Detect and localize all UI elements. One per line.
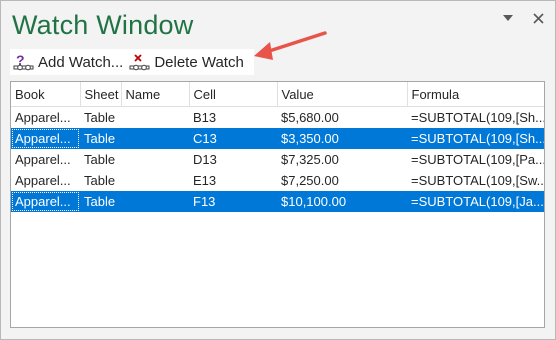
cell-book: Apparel...	[15, 152, 71, 167]
chevron-down-icon[interactable]	[501, 11, 515, 25]
cell-formula: =SUBTOTAL(109,[Ja...	[407, 191, 544, 212]
column-header-book[interactable]: Book	[11, 82, 81, 107]
cell-name	[121, 170, 189, 191]
cell-ref: D13	[193, 152, 217, 167]
cell-formula: =SUBTOTAL(109,[Sh...	[411, 110, 545, 125]
column-header-sheet[interactable]: Sheet	[80, 82, 122, 107]
cell-name	[121, 128, 189, 149]
cell-sheet: Table	[84, 110, 116, 125]
cell-value: $7,325.00	[281, 152, 339, 167]
cell-name	[121, 107, 189, 129]
cell-ref: B13	[193, 110, 217, 125]
cell-sheet: Table	[80, 128, 121, 149]
cell-formula: =SUBTOTAL(109,[Sw...	[411, 173, 545, 188]
table-row[interactable]: Apparel... Table B13 $5,680.00 =SUBTOTAL…	[11, 107, 545, 129]
cell-ref: F13	[189, 191, 277, 212]
cell-value: $5,680.00	[281, 110, 339, 125]
watch-list[interactable]: Book Sheet Name Cell Value Formula Appar…	[10, 81, 545, 328]
cell-sheet: Table	[80, 191, 121, 212]
watch-window-pane: Watch Window ? Add Watch... Delete Watch…	[0, 0, 556, 340]
table-header-row: Book Sheet Name Cell Value Formula	[11, 82, 544, 107]
cell-name	[121, 149, 189, 170]
cell-sheet: Table	[84, 173, 116, 188]
cell-value: $3,350.00	[277, 128, 407, 149]
table-row[interactable]: Apparel... Table D13 $7,325.00 =SUBTOTAL…	[11, 149, 545, 170]
cell-book: Apparel...	[15, 173, 71, 188]
cell-book: Apparel...	[15, 110, 71, 125]
cell-sheet: Table	[84, 152, 116, 167]
pane-title: Watch Window	[12, 10, 194, 40]
annotation-arrow-icon	[254, 31, 327, 60]
cell-ref: C13	[189, 128, 277, 149]
table-row[interactable]: Apparel... Table C13 $3,350.00 =SUBTOTAL…	[11, 128, 544, 149]
cell-name	[121, 191, 189, 212]
table-row[interactable]: Apparel... Table F13 $10,100.00 =SUBTOTA…	[11, 191, 544, 212]
watch-table: Book Sheet Name Cell Value Formula Appar…	[11, 82, 545, 212]
column-header-cell[interactable]: Cell	[189, 82, 278, 107]
add-watch-button[interactable]: ? Add Watch...	[10, 50, 126, 74]
add-watch-icon: ?	[13, 52, 35, 72]
watch-toolbar: ? Add Watch... Delete Watch	[10, 49, 254, 75]
cell-value: $10,100.00	[277, 191, 407, 212]
cell-book: Apparel...	[11, 128, 80, 149]
pane-controls	[501, 11, 545, 25]
cell-book: Apparel...	[11, 191, 80, 212]
delete-watch-icon	[129, 52, 151, 72]
cell-formula: =SUBTOTAL(109,[Pa...	[411, 152, 545, 167]
delete-watch-label: Delete Watch	[154, 53, 244, 71]
delete-watch-button[interactable]: Delete Watch	[126, 50, 246, 74]
cell-formula: =SUBTOTAL(109,[Sh...	[407, 128, 544, 149]
cell-ref: E13	[193, 173, 217, 188]
close-icon[interactable]	[531, 11, 545, 25]
cell-value: $7,250.00	[281, 173, 339, 188]
column-header-value[interactable]: Value	[277, 82, 408, 107]
column-header-formula[interactable]: Formula	[407, 82, 544, 107]
table-row[interactable]: Apparel... Table E13 $7,250.00 =SUBTOTAL…	[11, 170, 545, 191]
add-watch-label: Add Watch...	[38, 53, 124, 71]
column-header-name[interactable]: Name	[121, 82, 190, 107]
